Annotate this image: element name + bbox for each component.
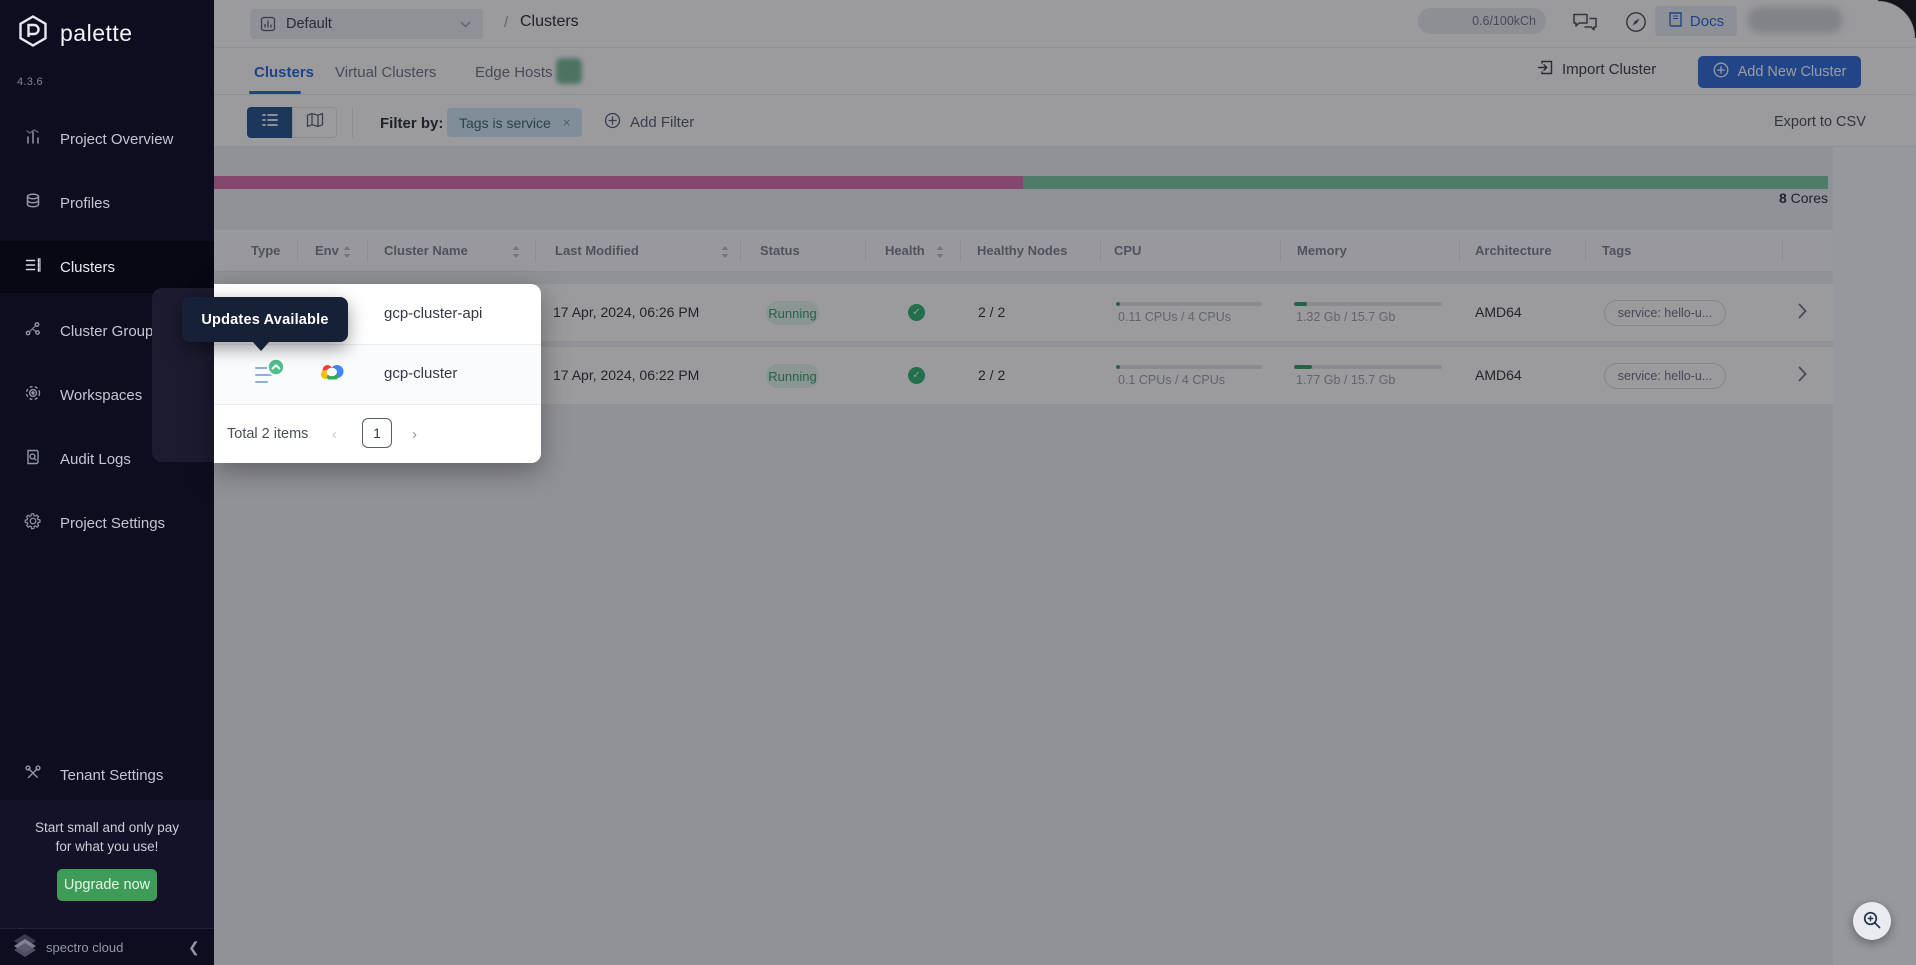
pagination-next-icon[interactable]: › <box>412 426 417 443</box>
pagination-total: Total 2 items <box>227 426 308 442</box>
app-version: 4.3.6 <box>17 76 43 88</box>
magnifier-icon <box>1862 910 1882 933</box>
upgrade-now-button[interactable]: Upgrade now <box>57 869 157 901</box>
collapse-sidebar-icon[interactable]: ❮ <box>188 939 200 956</box>
workspaces-icon <box>24 384 42 406</box>
cluster-name-link[interactable]: gcp-cluster <box>384 365 457 382</box>
sidebar: palette 4.3.6 Project Overview Profiles … <box>0 0 214 965</box>
tooltip-text: Updates Available <box>201 312 328 328</box>
sidebar-item-profiles[interactable]: Profiles <box>0 177 214 229</box>
sidebar-item-label: Project Overview <box>60 131 173 148</box>
tour-dim-overlay <box>214 0 1916 965</box>
updates-available-tooltip: Updates Available <box>182 297 348 342</box>
sidebar-item-label: Workspaces <box>60 387 142 404</box>
pagination-page-1[interactable]: 1 <box>362 418 392 448</box>
spectro-cloud-wordmark: spectro cloud <box>46 940 123 955</box>
sidebar-item-clusters[interactable]: Clusters <box>0 241 214 293</box>
spectro-cloud-logo-icon <box>12 933 38 962</box>
tooltip-arrow <box>252 341 270 351</box>
sidebar-item-label: Audit Logs <box>60 451 131 468</box>
audit-logs-icon <box>24 448 42 470</box>
sidebar-item-label: Tenant Settings <box>60 767 163 784</box>
gcp-cloud-icon <box>320 362 345 386</box>
sidebar-item-label: Profiles <box>60 195 110 212</box>
pagination-prev-icon[interactable]: ‹ <box>332 426 337 443</box>
sidebar-item-label: Clusters <box>60 259 115 276</box>
table-row-highlighted[interactable]: gcp-cluster <box>214 345 541 404</box>
app-window: palette 4.3.6 Project Overview Profiles … <box>0 0 1916 965</box>
sidebar-item-tenant-settings[interactable]: Tenant Settings <box>0 749 214 801</box>
layers-icon <box>24 192 42 214</box>
cluster-type-icon <box>250 356 286 397</box>
sidebar-item-project-overview[interactable]: Project Overview <box>0 113 214 165</box>
palette-logo-icon <box>16 14 50 53</box>
upgrade-promo: Start small and only pay for what you us… <box>0 800 214 928</box>
gear-icon <box>24 512 42 534</box>
sidebar-item-label: Cluster Groups <box>60 323 161 340</box>
sidebar-footer: spectro cloud ❮ <box>0 928 214 965</box>
clusters-icon <box>24 256 42 278</box>
pagination: Total 2 items ‹ 1 › <box>214 404 541 463</box>
zoom-search-fab[interactable] <box>1853 902 1891 940</box>
chart-icon <box>24 128 42 150</box>
tools-icon <box>24 764 42 786</box>
cluster-name-link[interactable]: gcp-cluster-api <box>384 305 482 322</box>
promo-text-line1: Start small and only pay <box>0 818 214 837</box>
cluster-groups-icon <box>24 320 42 342</box>
sidebar-item-label: Project Settings <box>60 515 165 532</box>
brand-name: palette <box>60 20 133 47</box>
promo-text-line2: for what you use! <box>0 837 214 856</box>
sidebar-item-project-settings[interactable]: Project Settings <box>0 497 214 549</box>
